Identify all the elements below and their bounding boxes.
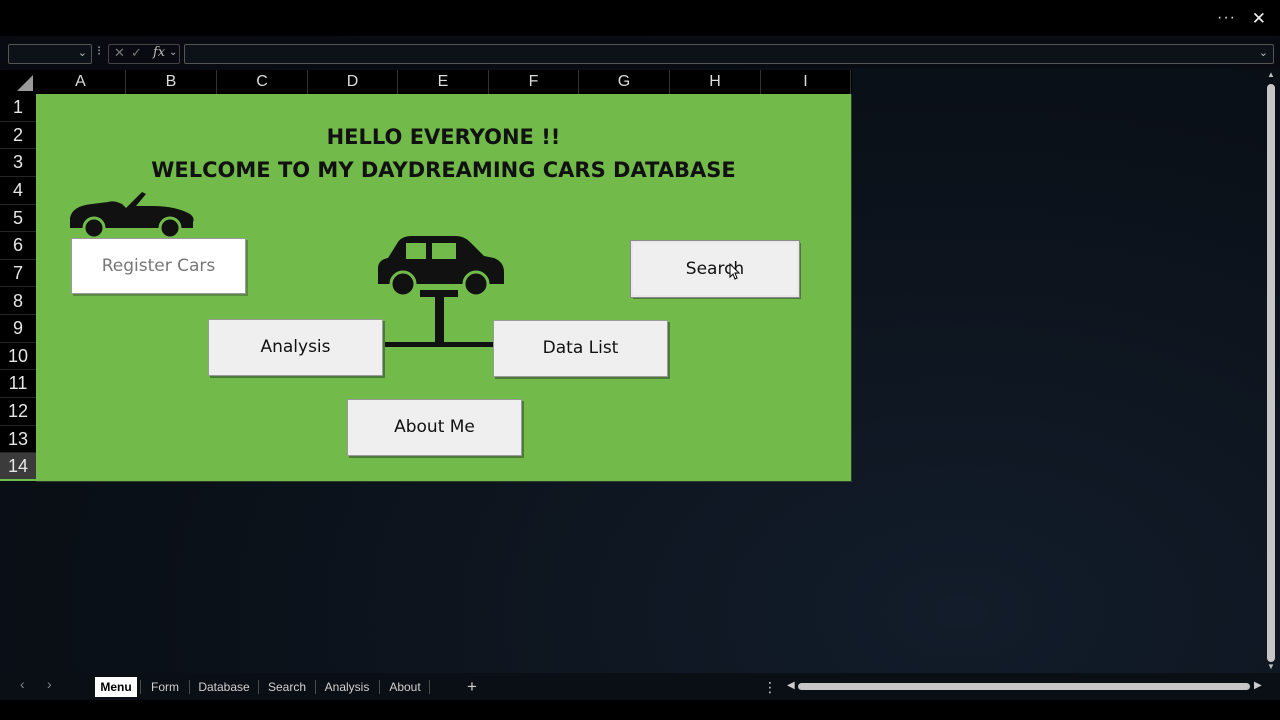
close-icon[interactable]: ✕ <box>1252 9 1266 29</box>
sheet-tab-about[interactable]: About <box>384 677 426 697</box>
formula-input[interactable]: ⌄ <box>184 44 1274 64</box>
insert-function-icon[interactable]: fx <box>153 45 165 60</box>
scroll-up-icon[interactable]: ▲ <box>1267 70 1275 79</box>
enter-icon[interactable]: ✓ <box>131 45 142 61</box>
scroll-down-icon[interactable]: ▼ <box>1267 662 1275 671</box>
sheet-tab-menu[interactable]: Menu <box>95 677 137 697</box>
analysis-button[interactable]: Analysis <box>208 319 383 376</box>
column-header-c[interactable]: C <box>217 70 308 94</box>
row-header-4[interactable]: 4 <box>0 177 36 205</box>
convertible-car-icon <box>70 192 194 238</box>
column-headers: ABCDEFGHI <box>0 70 852 94</box>
sheet-tab-bar: ‹ › Menu Form Database Search Analysis About … <box>0 673 1280 700</box>
name-box[interactable]: ⌄ <box>8 44 92 64</box>
title-bar: ··· ✕ <box>0 0 1280 36</box>
row-header-3[interactable]: 3 <box>0 149 36 177</box>
add-sheet-button[interactable]: + <box>462 677 482 697</box>
row-header-7[interactable]: 7 <box>0 260 36 288</box>
scroll-right-icon[interactable]: ▶ <box>1254 680 1262 691</box>
sheet-tab-database[interactable]: Database <box>193 677 255 697</box>
formula-tools: ✕ ✓ fx ⌄ <box>108 44 180 64</box>
register-cars-button[interactable]: Register Cars <box>71 238 246 294</box>
menu-sheet-canvas: HELLO EVERYONE !! WELCOME TO MY DAYDREAM… <box>36 94 852 482</box>
chevron-left-icon[interactable]: ‹ <box>20 676 25 692</box>
vertical-scroll-thumb[interactable] <box>1267 84 1275 662</box>
vertical-scrollbar[interactable]: ▲ ▼ <box>1266 70 1276 674</box>
row-header-5[interactable]: 5 <box>0 205 36 233</box>
row-header-12[interactable]: 12 <box>0 398 36 426</box>
chevron-right-icon[interactable]: › <box>47 676 52 692</box>
tab-separator <box>140 680 141 694</box>
row-headers: 1 2 3 4 5 6 7 8 9 10 11 12 13 14 <box>0 94 36 481</box>
row-header-10[interactable]: 10 <box>0 343 36 371</box>
search-button[interactable]: Search <box>630 240 800 298</box>
tab-separator <box>189 680 190 694</box>
status-strip <box>0 700 1280 720</box>
row-header-14[interactable]: 14 <box>0 453 36 481</box>
car-lift-icon <box>378 236 504 347</box>
about-me-button[interactable]: About Me <box>347 399 522 456</box>
column-header-f[interactable]: F <box>489 70 579 94</box>
column-header-i[interactable]: I <box>761 70 851 94</box>
sheet-tab-search[interactable]: Search <box>262 677 312 697</box>
formula-bar: ⌄ ⁝ ✕ ✓ fx ⌄ ⌄ <box>0 38 1280 68</box>
chevron-down-icon[interactable]: ⌄ <box>169 47 177 58</box>
row-header-2[interactable]: 2 <box>0 122 36 150</box>
tab-separator <box>429 680 430 694</box>
mouse-pointer-icon <box>729 263 741 280</box>
column-header-e[interactable]: E <box>398 70 489 94</box>
tab-separator <box>379 680 380 694</box>
formula-bar-grip-icon: ⁝ <box>97 43 102 58</box>
row-header-1[interactable]: 1 <box>0 94 36 122</box>
row-header-11[interactable]: 11 <box>0 370 36 399</box>
horizontal-scroll-thumb[interactable] <box>798 683 1250 690</box>
cancel-icon[interactable]: ✕ <box>114 45 125 61</box>
welcome-heading-line1: HELLO EVERYONE !! <box>326 125 561 149</box>
sheet-tab-form[interactable]: Form <box>144 677 186 697</box>
chevron-down-icon[interactable]: ⌄ <box>78 46 87 59</box>
tab-separator <box>315 680 316 694</box>
row-header-8[interactable]: 8 <box>0 288 36 316</box>
row-header-13[interactable]: 13 <box>0 426 36 454</box>
column-header-a[interactable]: A <box>36 70 126 94</box>
welcome-heading-line2: WELCOME TO MY DAYDREAMING CARS DATABASE <box>151 158 736 182</box>
column-header-d[interactable]: D <box>308 70 398 94</box>
expand-formula-bar-icon[interactable]: ⌄ <box>1259 46 1268 59</box>
select-all-corner[interactable] <box>0 70 36 94</box>
column-header-h[interactable]: H <box>670 70 761 94</box>
sheet-tab-analysis[interactable]: Analysis <box>318 677 376 697</box>
more-options-icon[interactable]: ··· <box>1217 10 1236 26</box>
column-header-b[interactable]: B <box>126 70 217 94</box>
data-list-button[interactable]: Data List <box>493 320 668 377</box>
row-header-9[interactable]: 9 <box>0 315 36 343</box>
row-header-6[interactable]: 6 <box>0 232 36 260</box>
tab-separator <box>258 680 259 694</box>
scroll-left-icon[interactable]: ◀ <box>787 680 795 691</box>
tab-options-icon[interactable]: ⋮ <box>762 677 778 697</box>
column-header-g[interactable]: G <box>579 70 670 94</box>
